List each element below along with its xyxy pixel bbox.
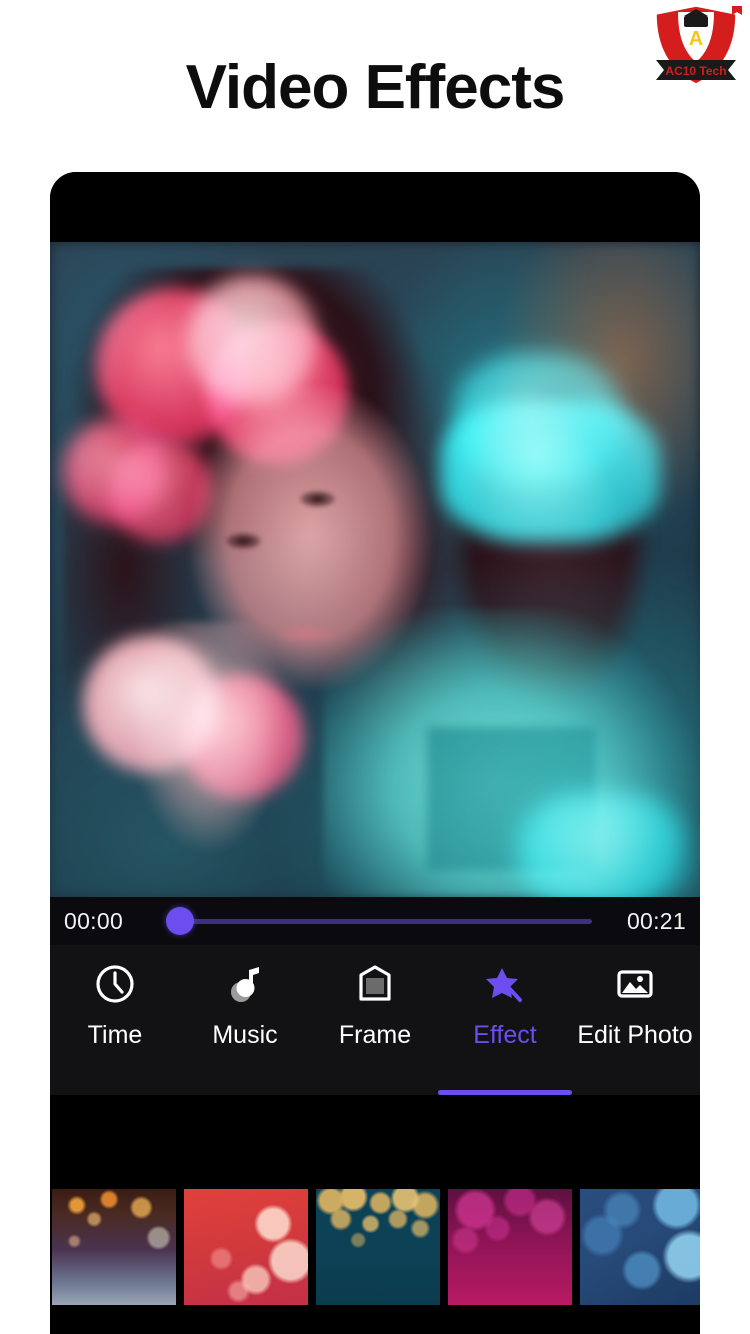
phone-mockup: 00:00 00:21 Time Music Frame Effect Edit… [50,172,700,1334]
video-preview[interactable] [50,242,700,897]
page-title: Video Effects [185,53,566,122]
current-time-label: 00:00 [64,907,124,934]
editor-tabbar: Time Music Frame Effect Edit Photo [50,945,700,1095]
bokeh-circle [206,320,349,465]
clock-icon [93,961,137,1007]
timeline-bar: 00:00 00:21 [50,897,700,945]
timeline-thumb[interactable] [166,907,194,935]
tab-frame[interactable]: Frame [310,945,440,1095]
bokeh-circle [108,438,213,544]
timeline-track[interactable] [184,918,592,924]
effect-thumbnail-magenta-bokeh[interactable] [448,1189,572,1305]
bokeh-circle-cyan [518,792,687,897]
frame-icon [353,961,397,1007]
music-note-icon [223,961,267,1007]
magic-wand-star-icon [483,961,527,1007]
total-time-label: 00:21 [626,907,686,934]
effect-thumbnail-warm-sparkle[interactable] [52,1189,176,1305]
video-frame-image [50,242,700,897]
effect-thumbnail-blue-bokeh[interactable] [580,1189,700,1305]
image-icon [613,961,657,1007]
tab-effect[interactable]: Effect [438,945,572,1095]
effects-panel [50,1095,700,1334]
bokeh-circle [180,674,304,799]
tab-time[interactable]: Time [50,945,180,1095]
tab-time-label: Time [87,1021,143,1049]
tab-music[interactable]: Music [180,945,310,1095]
effects-thumbnail-strip[interactable] [50,1189,700,1305]
effect-thumbnail-gold-confetti[interactable] [316,1189,440,1305]
tab-edit-photo-label: Edit Photo [577,1021,693,1049]
status-bar [50,172,700,242]
effect-thumbnail-red-hearts[interactable] [184,1189,308,1305]
timeline-slider[interactable] [154,897,596,945]
tab-edit-photo[interactable]: Edit Photo [570,945,700,1095]
tab-frame-label: Frame [338,1021,412,1049]
tab-music-label: Music [212,1021,278,1049]
bokeh-circle-cyan [440,399,661,544]
tab-effect-label: Effect [473,1021,537,1049]
svg-text:A: A [689,28,703,50]
